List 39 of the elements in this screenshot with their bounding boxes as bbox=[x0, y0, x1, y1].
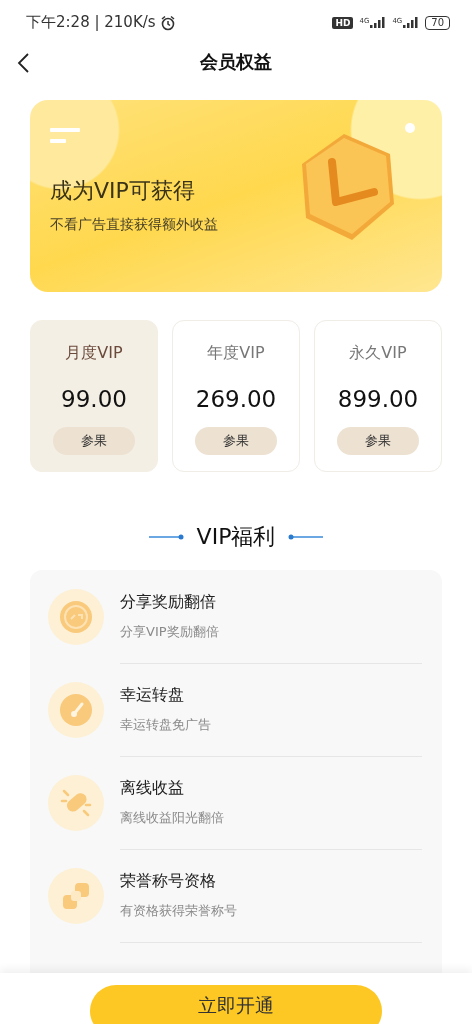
plan-button[interactable]: 参果 bbox=[337, 427, 419, 455]
plan-name: 年度VIP bbox=[207, 343, 265, 364]
plan-button[interactable]: 参果 bbox=[53, 427, 135, 455]
banner-title: 成为VIP可获得 bbox=[50, 177, 196, 205]
benefit-description: 离线收益阳光翻倍 bbox=[120, 808, 225, 827]
battery-level: 70 bbox=[425, 15, 450, 30]
plan-price: 99.00 bbox=[61, 386, 127, 412]
arrow-line-icon bbox=[287, 534, 324, 540]
gauge-icon bbox=[48, 681, 104, 738]
activate-button[interactable]: 立即开通 bbox=[90, 985, 382, 1024]
banner-subtitle: 不看广告直接获得额外收益 bbox=[50, 216, 218, 234]
page-title: 会员权益 bbox=[200, 50, 272, 74]
benefit-title: 离线收益 bbox=[120, 777, 185, 799]
benefit-title: 分享奖励翻倍 bbox=[120, 591, 217, 613]
plan-price: 899.00 bbox=[337, 386, 419, 412]
signal-icon bbox=[370, 17, 387, 28]
benefit-title: 幸运转盘 bbox=[120, 684, 185, 706]
section-title: VIP福利 bbox=[196, 523, 276, 551]
alarm-icon bbox=[159, 14, 176, 31]
benefit-description: 分享VIP奖励翻倍 bbox=[120, 622, 220, 641]
plan-card[interactable]: 永久VIP 899.00 参果 bbox=[314, 320, 442, 472]
benefit-title: 荣誉称号资格 bbox=[120, 870, 217, 892]
coin-icon bbox=[48, 588, 104, 645]
arrow-line-icon bbox=[148, 534, 185, 540]
benefit-description: 有资格获得荣誉称号 bbox=[120, 901, 238, 920]
status-time: 下午2:28 | 210K/s bbox=[26, 13, 156, 32]
squares-icon bbox=[48, 867, 104, 924]
plan-name: 永久VIP bbox=[349, 343, 407, 364]
bandage-icon bbox=[48, 774, 104, 831]
plan-name: 月度VIP bbox=[65, 343, 123, 364]
benefit-description: 幸运转盘免广告 bbox=[120, 715, 212, 734]
hd-badge: HD bbox=[332, 16, 354, 29]
plan-button[interactable]: 参果 bbox=[195, 427, 277, 455]
signal-icon bbox=[403, 17, 420, 28]
back-icon bbox=[16, 52, 30, 74]
lines-icon bbox=[50, 128, 80, 144]
plan-price: 269.00 bbox=[195, 386, 277, 412]
plan-card[interactable]: 年度VIP 269.00 参果 bbox=[172, 320, 300, 472]
plan-card[interactable]: 月度VIP 99.00 参果 bbox=[30, 320, 158, 472]
